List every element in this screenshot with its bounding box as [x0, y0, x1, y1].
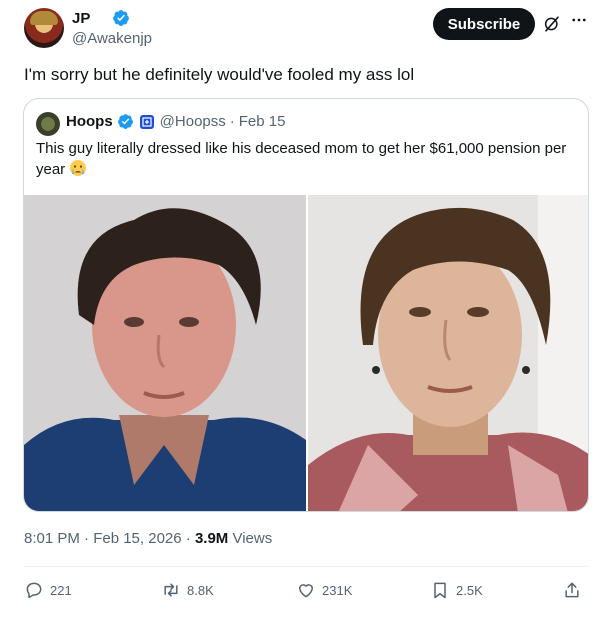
- header-separator: ·: [229, 113, 235, 130]
- tweet-text: I'm sorry but he definitely would've foo…: [24, 65, 415, 84]
- verified-badge-icon: [113, 10, 130, 26]
- quoted-tweet-media[interactable]: [24, 195, 588, 511]
- photo-right[interactable]: [308, 195, 588, 511]
- like-button[interactable]: 231K: [296, 580, 352, 600]
- author-avatar[interactable]: [24, 8, 64, 48]
- divider: [24, 566, 588, 567]
- quoted-author-name[interactable]: Hoops: [66, 113, 113, 130]
- bookmark-button[interactable]: 2.5K: [430, 580, 483, 600]
- reply-button[interactable]: 221: [24, 580, 72, 600]
- author-display-name[interactable]: JP: [72, 10, 90, 27]
- bookmark-icon: [434, 582, 446, 599]
- affiliate-badge-icon[interactable]: [139, 114, 154, 129]
- more-options-icon[interactable]: [570, 11, 588, 29]
- share-icon: [565, 582, 579, 598]
- action-bar: 221 8.8K 231K 2.5K: [24, 580, 592, 606]
- reply-count: 221: [50, 582, 72, 598]
- quoted-tweet-date[interactable]: Feb 15: [239, 113, 286, 130]
- repost-count: 8.8K: [187, 582, 214, 598]
- tweet-post: JP @Awakenjp Subscribe I'm sorry but he …: [0, 0, 616, 618]
- author-handle[interactable]: @Awakenjp: [72, 30, 152, 47]
- repost-button[interactable]: 8.8K: [161, 580, 214, 600]
- views-label: Views: [228, 530, 273, 547]
- quoted-tweet-card[interactable]: Hoops @Hoopss · Feb 15 This guy literall…: [23, 98, 589, 512]
- share-button[interactable]: [562, 580, 582, 600]
- repost-icon: [164, 583, 178, 597]
- quoted-tweet-text: This guy literally dressed like his dece…: [36, 139, 576, 180]
- quoted-author-handle[interactable]: @Hoopss: [160, 113, 226, 130]
- grok-icon[interactable]: [543, 15, 561, 33]
- reply-icon: [26, 582, 42, 599]
- heart-icon: [299, 584, 313, 598]
- bookmark-count: 2.5K: [456, 582, 483, 598]
- quoted-verified-badge-icon: [117, 114, 133, 129]
- quoted-author-avatar[interactable]: [36, 112, 60, 136]
- quoted-tweet-header: Hoops @Hoopss · Feb 15: [66, 113, 285, 130]
- author-name-row: JP: [72, 9, 130, 27]
- post-timestamp[interactable]: 8:01 PM · Feb 15, 2026 ·: [24, 530, 195, 547]
- like-count: 231K: [322, 582, 353, 598]
- crying-face-emoji-icon: [70, 160, 87, 176]
- views-count: 3.9M: [194, 530, 229, 547]
- post-meta: 8:01 PM · Feb 15, 2026 · 3.9M Views: [24, 530, 272, 547]
- quoted-tweet-text-body: This guy literally dressed like his dece…: [36, 140, 567, 178]
- photo-left[interactable]: [24, 195, 306, 511]
- subscribe-button[interactable]: Subscribe: [433, 8, 535, 40]
